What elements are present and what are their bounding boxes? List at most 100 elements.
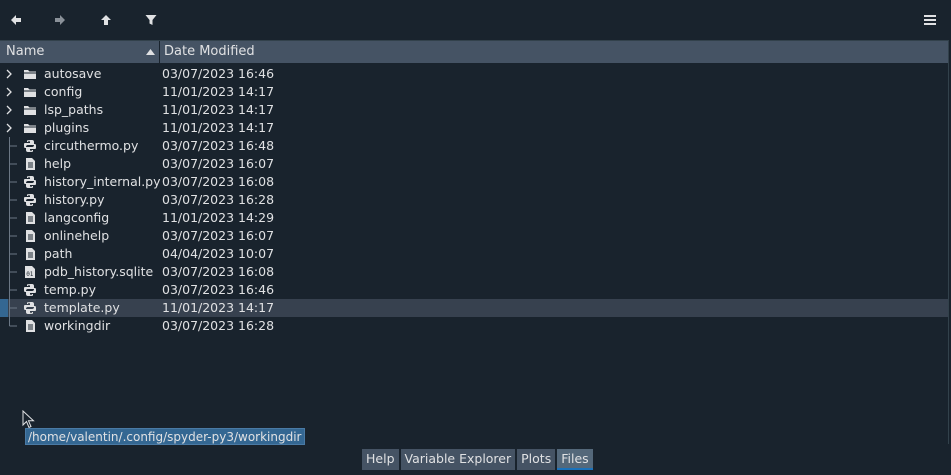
name-column-label: Name (6, 44, 45, 59)
date-modified: 03/07/2023 16:08 (162, 264, 275, 279)
file-name: history.py (44, 192, 105, 207)
text-file-icon (23, 211, 37, 225)
sort-ascending-icon (146, 49, 155, 55)
file-name: help (44, 156, 72, 171)
python-file-icon (23, 175, 37, 189)
file-name: temp.py (44, 282, 97, 297)
date-modified: 03/07/2023 16:07 (162, 228, 275, 243)
arrow-up-icon (101, 15, 111, 25)
tree-branch-line (3, 299, 17, 317)
tree-branch-line (3, 317, 17, 335)
file-name: onlinehelp (44, 228, 110, 243)
tree-branch-line (3, 173, 17, 191)
python-file-icon (23, 283, 37, 297)
file-row[interactable]: temp.py 03/07/2023 16:46 (0, 281, 948, 299)
chevron-right-icon[interactable] (3, 65, 17, 83)
file-row[interactable]: workingdir 03/07/2023 16:28 (0, 317, 948, 335)
tab-help[interactable]: Help (362, 449, 399, 470)
back-button[interactable] (4, 8, 28, 32)
date-modified: 03/07/2023 16:08 (162, 174, 275, 189)
date-modified-column-header[interactable]: Date Modified (160, 41, 948, 63)
file-row[interactable]: history.py 03/07/2023 16:28 (0, 191, 948, 209)
text-file-icon (23, 229, 37, 243)
folder-row[interactable]: config 11/01/2023 14:17 (0, 83, 948, 101)
file-name: pdb_history.sqlite (44, 264, 154, 279)
date-modified: 03/07/2023 16:46 (162, 282, 275, 297)
file-name: history_internal.py (44, 174, 161, 189)
arrow-left-icon (11, 15, 21, 25)
tree-branch-line (3, 191, 17, 209)
tree-branch-line (3, 137, 17, 155)
folder-row[interactable]: lsp_paths 11/01/2023 14:17 (0, 101, 948, 119)
tree-branch-line (3, 209, 17, 227)
python-file-icon (23, 139, 37, 153)
date-modified: 03/07/2023 16:07 (162, 156, 275, 171)
file-name: autosave (44, 66, 102, 81)
text-file-icon (23, 157, 37, 171)
folder-icon (23, 103, 37, 117)
filter-icon (145, 15, 157, 25)
file-row[interactable]: history_internal.py 03/07/2023 16:08 (0, 173, 948, 191)
hamburger-menu-icon (924, 15, 936, 25)
text-file-icon (23, 319, 37, 333)
date-modified: 11/01/2023 14:17 (162, 84, 275, 99)
parent-directory-button[interactable] (94, 8, 118, 32)
date-modified: 11/01/2023 14:17 (162, 120, 275, 135)
tree-branch-line (3, 155, 17, 173)
file-name: lsp_paths (44, 102, 104, 117)
mouse-pointer-icon (22, 410, 35, 429)
dock-tab-bar: Help Variable Explorer Plots Files (362, 449, 593, 470)
name-column-header[interactable]: Name (0, 41, 160, 63)
tree-branch-line (3, 263, 17, 281)
file-name: template.py (44, 300, 120, 315)
chevron-right-icon[interactable] (3, 101, 17, 119)
file-row[interactable]: help 03/07/2023 16:07 (0, 155, 948, 173)
date-modified: 03/07/2023 16:48 (162, 138, 275, 153)
date-modified: 04/04/2023 10:07 (162, 246, 275, 261)
date-column-label: Date Modified (164, 44, 255, 59)
path-tooltip: /home/valentin/.config/spyder-py3/workin… (25, 428, 305, 445)
file-name: langconfig (44, 210, 110, 225)
date-modified: 11/01/2023 14:17 (162, 102, 275, 117)
file-row[interactable]: path 04/04/2023 10:07 (0, 245, 948, 263)
folder-row[interactable]: autosave 03/07/2023 16:46 (0, 65, 948, 83)
files-toolbar (0, 0, 951, 40)
python-file-icon (23, 301, 37, 315)
svg-text:01: 01 (26, 271, 34, 278)
arrow-right-icon (55, 15, 65, 25)
file-row[interactable]: langconfig 11/01/2023 14:29 (0, 209, 948, 227)
column-header: Name Date Modified (0, 41, 948, 63)
folder-row[interactable]: plugins 11/01/2023 14:17 (0, 119, 948, 137)
folder-icon (23, 121, 37, 135)
forward-button[interactable] (48, 8, 72, 32)
filter-button[interactable] (139, 8, 163, 32)
tab-plots[interactable]: Plots (517, 449, 556, 470)
tab-variable-explorer[interactable]: Variable Explorer (400, 449, 516, 470)
file-row[interactable]: onlinehelp 03/07/2023 16:07 (0, 227, 948, 245)
folder-icon (23, 85, 37, 99)
file-name: workingdir (44, 318, 111, 333)
text-file-icon (23, 247, 37, 261)
date-modified: 03/07/2023 16:46 (162, 66, 275, 81)
tree-branch-line (3, 227, 17, 245)
file-name: config (44, 84, 83, 99)
python-file-icon (23, 193, 37, 207)
binary-file-icon: 01 (23, 265, 37, 279)
tab-files[interactable]: Files (557, 449, 593, 470)
file-name: circuthermo.py (44, 138, 139, 153)
chevron-right-icon[interactable] (3, 83, 17, 101)
tree-branch-line (3, 281, 17, 299)
file-row[interactable]: template.py 11/01/2023 14:17 (0, 299, 948, 317)
date-modified: 03/07/2023 16:28 (162, 318, 275, 333)
date-modified: 11/01/2023 14:29 (162, 210, 275, 225)
chevron-right-icon[interactable] (3, 119, 17, 137)
date-modified: 11/01/2023 14:17 (162, 300, 275, 315)
folder-icon (23, 67, 37, 81)
file-name: plugins (44, 120, 90, 135)
date-modified: 03/07/2023 16:28 (162, 192, 275, 207)
file-tree-view[interactable]: Name Date Modified autosave 03/07/2023 16… (0, 40, 949, 444)
file-name: path (44, 246, 73, 261)
file-row[interactable]: 01 pdb_history.sqlite 03/07/2023 16:08 (0, 263, 948, 281)
options-menu-button[interactable] (918, 8, 942, 32)
file-row[interactable]: circuthermo.py 03/07/2023 16:48 (0, 137, 948, 155)
